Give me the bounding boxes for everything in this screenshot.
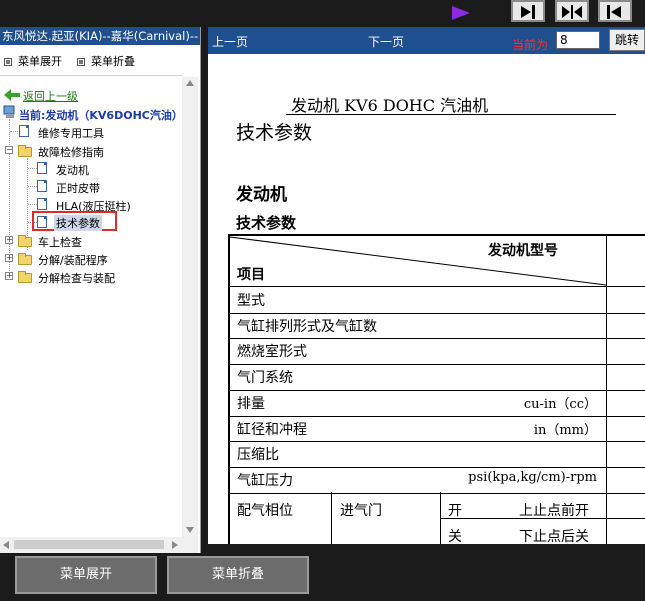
- vertical-scrollbar[interactable]: [182, 77, 198, 537]
- computer-icon: [3, 105, 15, 118]
- expand-toggle[interactable]: +: [5, 254, 13, 262]
- back-link[interactable]: 返回上一级: [23, 88, 78, 104]
- table-rule: [228, 390, 645, 391]
- folder-icon: [18, 235, 32, 247]
- tree-panel: 东风悦达.起亚(KIA)--嘉华(Carnival)-- 菜单展开 菜单折叠 返…: [0, 27, 201, 553]
- section-title: 发动机: [236, 185, 287, 205]
- scroll-thumb[interactable]: [14, 540, 164, 549]
- doc-title: 技术参数: [236, 122, 313, 144]
- row-label: 气缸排列形式及气缸数: [237, 319, 377, 335]
- open-label: 开: [448, 503, 462, 519]
- next-page-link[interactable]: 下一页: [368, 33, 404, 50]
- row-label: 气门系统: [237, 370, 293, 386]
- subsection-title: 技术参数: [236, 214, 297, 232]
- document-icon: [37, 180, 47, 192]
- tree-line: [28, 168, 37, 169]
- tree-item-tools[interactable]: 维修专用工具: [38, 125, 104, 141]
- header-rule: [286, 114, 616, 115]
- first-page-icon: [607, 5, 621, 19]
- open-desc: 上止点前开: [519, 503, 589, 519]
- scroll-down-icon[interactable]: [186, 527, 194, 533]
- row-unit: in（mm）: [533, 423, 597, 438]
- folder-icon: [18, 253, 32, 265]
- row-label: 排量: [237, 396, 265, 412]
- page-number-input[interactable]: [556, 31, 600, 49]
- table-rule: [228, 286, 645, 287]
- table-rule: [228, 467, 645, 468]
- header-right: 发动机型号: [488, 243, 558, 259]
- row-unit: cu-in（cc）: [523, 397, 597, 412]
- center-page-button[interactable]: [555, 0, 589, 22]
- collapse-menu-button[interactable]: 菜单折叠: [167, 556, 309, 594]
- top-toolbar: [0, 0, 645, 27]
- close-desc: 下止点后关: [519, 529, 589, 544]
- document-icon: [19, 125, 29, 137]
- row-label: 型式: [237, 293, 265, 309]
- back-arrow-icon: [4, 89, 20, 101]
- collapse-label: 菜单折叠: [91, 55, 135, 68]
- document-icon: [37, 162, 47, 174]
- prev-page-link[interactable]: 上一页: [212, 33, 248, 50]
- collapse-toggle[interactable]: −: [5, 146, 13, 154]
- expand-toggle[interactable]: +: [5, 272, 13, 280]
- current-node-label: 当前:发动机（KV6DOHC汽油）: [19, 109, 183, 122]
- row-label: 缸径和冲程: [237, 422, 307, 438]
- tree-item-engine[interactable]: 发动机: [56, 162, 89, 178]
- scroll-right-icon[interactable]: [172, 541, 178, 549]
- viewer-toolbar: 上一页 下一页 当前为 跳转: [208, 27, 645, 54]
- folder-icon: [18, 271, 32, 283]
- last-page-icon: [521, 5, 535, 19]
- bottom-bar: 菜单展开 菜单折叠: [0, 553, 645, 601]
- tree-item-disassembly-check[interactable]: 分解检查与装配: [38, 270, 115, 286]
- scroll-left-icon[interactable]: [3, 541, 9, 549]
- table-rule: [228, 313, 645, 314]
- doc-header: 发动机 KV6 DOHC 汽油机: [291, 96, 489, 115]
- tree-item-timing-belt[interactable]: 正时皮带: [56, 180, 100, 196]
- row-label: 气缸压力: [237, 473, 293, 489]
- document-icon: [37, 198, 47, 210]
- row-label: 燃烧室形式: [237, 344, 307, 360]
- horizontal-scrollbar[interactable]: [0, 537, 198, 553]
- close-label: 关: [448, 529, 462, 544]
- intake-label: 进气门: [340, 503, 382, 519]
- folder-open-icon: [18, 145, 32, 157]
- first-page-button[interactable]: [598, 0, 632, 22]
- expand-menu-button[interactable]: 菜单展开: [15, 556, 157, 594]
- expand-label: 菜单展开: [18, 55, 62, 68]
- row-unit: psi(kpa,kg/cm)-rpm: [468, 470, 597, 485]
- divider: [0, 75, 182, 76]
- document-page: 发动机 KV6 DOHC 汽油机 技术参数 发动机 技术参数 发动机型号 项目 …: [208, 54, 645, 544]
- tree-item-on-car-check[interactable]: 车上检查: [38, 234, 82, 250]
- scroll-up-icon[interactable]: [186, 80, 194, 86]
- table-rule: [228, 493, 645, 494]
- panel-title: 东风悦达.起亚(KIA)--嘉华(Carnival)--: [0, 27, 200, 45]
- valve-timing-label: 配气相位: [237, 503, 293, 519]
- table-rule: [331, 492, 332, 544]
- table-rule: [228, 338, 645, 339]
- table-rule: [228, 364, 645, 365]
- tree-item-fault-guide[interactable]: 故障检修指南: [38, 144, 104, 160]
- expand-menu-link[interactable]: 菜单展开: [4, 53, 62, 69]
- table-rule: [228, 441, 645, 442]
- last-page-button[interactable]: [511, 0, 545, 22]
- current-page-label: 当前为: [512, 38, 549, 52]
- play-icon[interactable]: [452, 6, 470, 20]
- document-icon: [37, 216, 47, 228]
- tree-item-tech-params[interactable]: 技术参数: [54, 215, 102, 231]
- square-icon: [77, 58, 85, 66]
- square-icon: [4, 58, 12, 66]
- tree-item-disassembly[interactable]: 分解/装配程序: [38, 252, 108, 268]
- collapse-menu-link[interactable]: 菜单折叠: [77, 53, 135, 69]
- header-left: 项目: [237, 267, 265, 283]
- center-icon: [562, 5, 582, 19]
- tree-line: [28, 186, 37, 187]
- jump-button[interactable]: 跳转: [609, 29, 645, 51]
- tree-line: [28, 204, 37, 205]
- table-rule: [228, 416, 645, 417]
- row-label: 压缩比: [237, 447, 279, 463]
- expand-toggle[interactable]: +: [5, 236, 13, 244]
